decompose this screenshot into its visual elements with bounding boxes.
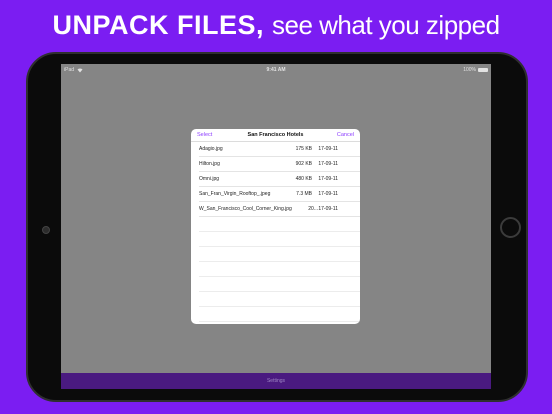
file-date: 17-09-11 bbox=[318, 191, 338, 197]
headline-light: see what you zipped bbox=[271, 9, 500, 40]
screen: iPad 9:41 AM 100% Select San Francisco H… bbox=[61, 64, 491, 389]
file-name: Omni.jpg bbox=[199, 176, 220, 182]
empty-row bbox=[199, 262, 360, 277]
status-bar: iPad 9:41 AM 100% bbox=[61, 64, 491, 76]
select-button[interactable]: Select bbox=[197, 132, 212, 138]
file-name: Hilton.jpg bbox=[199, 161, 220, 167]
settings-label: Settings bbox=[266, 378, 286, 384]
file-name: San_Fran_Virgin_Rooftop_.jpeg bbox=[199, 191, 271, 197]
file-date: 17-09-11 bbox=[318, 176, 338, 182]
battery-label: 100% bbox=[463, 67, 476, 73]
file-size: 480 KB bbox=[295, 176, 312, 182]
empty-row bbox=[199, 292, 360, 307]
file-size: 20... bbox=[308, 206, 318, 212]
file-date: 17-09-11 bbox=[318, 161, 338, 167]
empty-row bbox=[199, 322, 360, 324]
file-size: 7.3 MB bbox=[296, 191, 312, 197]
cancel-button[interactable]: Cancel bbox=[337, 132, 354, 138]
file-row[interactable]: Hilton.jpg 902 KB 17-09-11 bbox=[199, 157, 360, 172]
empty-row bbox=[199, 232, 360, 247]
empty-row bbox=[199, 307, 360, 322]
home-button[interactable] bbox=[500, 217, 521, 238]
file-row[interactable]: San_Fran_Virgin_Rooftop_.jpeg 7.3 MB 17-… bbox=[199, 187, 360, 202]
file-date: 17-09-11 bbox=[318, 146, 338, 152]
dialog-header: Select San Francisco Hotels Cancel bbox=[191, 129, 360, 142]
battery-icon bbox=[478, 68, 488, 72]
file-row[interactable]: Adagio.jpg 175 KB 17-09-11 bbox=[199, 142, 360, 157]
status-right: 100% bbox=[463, 67, 488, 73]
status-time: 9:41 AM bbox=[266, 67, 286, 73]
dialog-title: San Francisco Hotels bbox=[247, 132, 304, 138]
empty-row bbox=[199, 277, 360, 292]
settings-bar[interactable]: Settings bbox=[61, 373, 491, 389]
file-name: W_San_Francisco_Cool_Corner_King.jpg bbox=[199, 206, 292, 212]
headline-bold: UNPACK FILES, bbox=[52, 9, 264, 40]
empty-row bbox=[199, 247, 360, 262]
file-date: 17-09-11 bbox=[318, 206, 338, 212]
file-size: 175 KB bbox=[295, 146, 312, 152]
file-size: 902 KB bbox=[295, 161, 312, 167]
file-dialog: Select San Francisco Hotels Cancel Adagi… bbox=[191, 129, 360, 324]
camera-icon bbox=[42, 226, 50, 234]
headline: UNPACK FILES, see what you zipped bbox=[0, 0, 552, 50]
file-row[interactable]: W_San_Francisco_Cool_Corner_King.jpg 20.… bbox=[199, 202, 360, 217]
file-row[interactable]: Omni.jpg 480 KB 17-09-11 bbox=[199, 172, 360, 187]
empty-row bbox=[199, 217, 360, 232]
file-name: Adagio.jpg bbox=[199, 146, 223, 152]
